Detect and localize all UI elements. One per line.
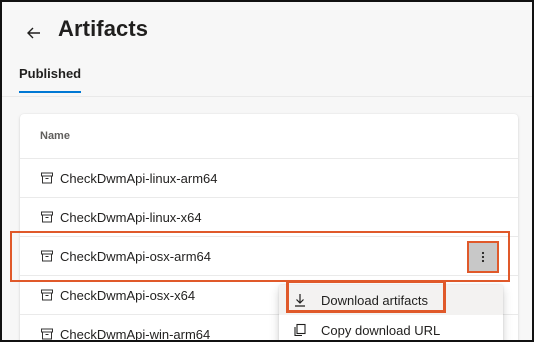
page-title: Artifacts <box>58 16 149 41</box>
artifact-icon <box>40 288 54 302</box>
artifact-icon <box>40 327 54 340</box>
artifact-name: CheckDwmApi-osx-x64 <box>60 287 196 303</box>
tab-published[interactable]: Published <box>19 66 82 93</box>
artifact-icon <box>40 249 54 263</box>
artifact-icon <box>40 210 54 224</box>
column-header-name[interactable]: Name <box>40 130 70 142</box>
table-row[interactable]: CheckDwmApi-linux-arm64 <box>20 158 518 197</box>
more-actions-button[interactable] <box>467 241 499 273</box>
more-vertical-icon <box>481 251 485 263</box>
artifact-icon <box>40 171 54 185</box>
artifact-name: CheckDwmApi-linux-x64 <box>60 209 202 225</box>
copy-icon <box>293 323 307 337</box>
page-header: Artifacts Published <box>2 2 532 112</box>
download-icon <box>293 293 307 307</box>
menu-item-download-artifacts[interactable]: Download artifacts <box>279 285 503 315</box>
menu-item-copy-download-url[interactable]: Copy download URL <box>279 315 503 340</box>
context-menu: Download artifacts Copy download URL <box>279 285 503 340</box>
artifact-name: CheckDwmApi-win-arm64 <box>60 326 211 342</box>
table-row[interactable]: CheckDwmApi-linux-x64 <box>20 197 518 236</box>
back-arrow-icon <box>27 27 40 39</box>
artifact-name: CheckDwmApi-linux-arm64 <box>60 170 218 186</box>
app-frame: Artifacts Published Name CheckDwmApi-lin… <box>0 0 534 342</box>
table-row-selected[interactable]: CheckDwmApi-osx-arm64 <box>20 236 518 275</box>
tab-divider <box>2 96 532 97</box>
menu-item-label: Copy download URL <box>321 322 441 338</box>
artifact-name: CheckDwmApi-osx-arm64 <box>60 248 211 264</box>
menu-item-label: Download artifacts <box>321 292 428 308</box>
back-button[interactable] <box>22 21 46 45</box>
